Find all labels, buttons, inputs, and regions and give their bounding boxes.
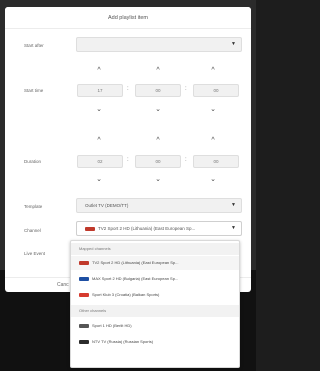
start-time-hours-input[interactable]: 17 (77, 84, 123, 97)
chevron-down-icon[interactable]: ⌄ (152, 176, 164, 184)
channel-logo-icon (79, 260, 89, 265)
dropdown-option[interactable]: NTV TV (Russia) (Russian Sports) (71, 335, 239, 349)
time-separator: : (127, 157, 129, 163)
start-time-seconds-input[interactable]: 00 (193, 84, 239, 97)
dropdown-option[interactable]: Sport 1 HD (Berlit HD) (71, 319, 239, 333)
option-label: Sport 1 HD (Berlit HD) (92, 323, 132, 328)
caret-down-icon: ▼ (231, 202, 236, 208)
time-separator: : (127, 86, 129, 92)
duration-minutes-input[interactable]: 00 (135, 155, 181, 168)
duration-label: Duration (24, 159, 42, 164)
option-label: NTV TV (Russia) (Russian Sports) (92, 339, 154, 344)
channel-value: TV2 Sport 2 HD (Lithuania) (East Europea… (98, 226, 196, 231)
dialog-title: Add playlist item (5, 7, 251, 29)
template-select[interactable]: Outlet TV (DEMO/TT) ▼ (76, 198, 242, 213)
channel-logo-icon (85, 226, 95, 231)
channel-logo-icon (79, 292, 89, 297)
duration-hours-input[interactable]: 02 (77, 155, 123, 168)
duration-seconds-input[interactable]: 00 (193, 155, 239, 168)
dropdown-option[interactable]: Sport Klub 3 (Croatia) (Balkan Sports) (71, 288, 239, 302)
chevron-down-icon[interactable]: ⌄ (152, 106, 164, 114)
group-other-channels: Other channels (71, 305, 239, 317)
channel-select[interactable]: TV2 Sport 2 HD (Lithuania) (East Europea… (76, 221, 242, 236)
option-label: MAX Sport 2 HD (Bulgaria) (East European… (92, 276, 179, 281)
chevron-down-icon[interactable]: ⌄ (207, 176, 219, 184)
start-after-label: Start after (24, 43, 44, 48)
caret-down-icon: ▼ (231, 41, 236, 47)
start-time-minutes-input[interactable]: 00 (135, 84, 181, 97)
channel-label: Channel (24, 228, 41, 233)
chevron-up-icon[interactable]: ^ (207, 67, 219, 75)
chevron-down-icon[interactable]: ⌄ (93, 106, 105, 114)
start-time-label: Start time (24, 88, 44, 93)
channel-logo-icon (79, 323, 89, 328)
start-after-select[interactable]: ▼ (76, 37, 242, 52)
dropdown-option[interactable]: TV2 Sport 2 HD (Lithuania) (East Europea… (71, 256, 239, 270)
option-label: TV2 Sport 2 HD (Lithuania) (East Europea… (92, 260, 179, 265)
live-event-label: Live Event (24, 251, 46, 256)
chevron-down-icon[interactable]: ⌄ (93, 176, 105, 184)
chevron-down-icon[interactable]: ⌄ (207, 106, 219, 114)
caret-down-icon: ▼ (231, 225, 236, 231)
chevron-up-icon[interactable]: ^ (207, 137, 219, 145)
chevron-up-icon[interactable]: ^ (93, 67, 105, 75)
dropdown-option[interactable]: MAX Sport 2 HD (Bulgaria) (East European… (71, 272, 239, 286)
chevron-up-icon[interactable]: ^ (152, 137, 164, 145)
template-label: Template (24, 204, 43, 209)
time-separator: : (185, 86, 187, 92)
chevron-up-icon[interactable]: ^ (93, 137, 105, 145)
channel-dropdown: Mapped channels TV2 Sport 2 HD (Lithuani… (70, 240, 240, 368)
group-mapped-channels: Mapped channels (71, 243, 239, 255)
option-label: Sport Klub 3 (Croatia) (Balkan Sports) (92, 292, 160, 297)
chevron-up-icon[interactable]: ^ (152, 67, 164, 75)
channel-logo-icon (79, 276, 89, 281)
channel-logo-icon (79, 339, 89, 344)
time-separator: : (185, 157, 187, 163)
template-value: Outlet TV (DEMO/TT) (85, 203, 129, 208)
